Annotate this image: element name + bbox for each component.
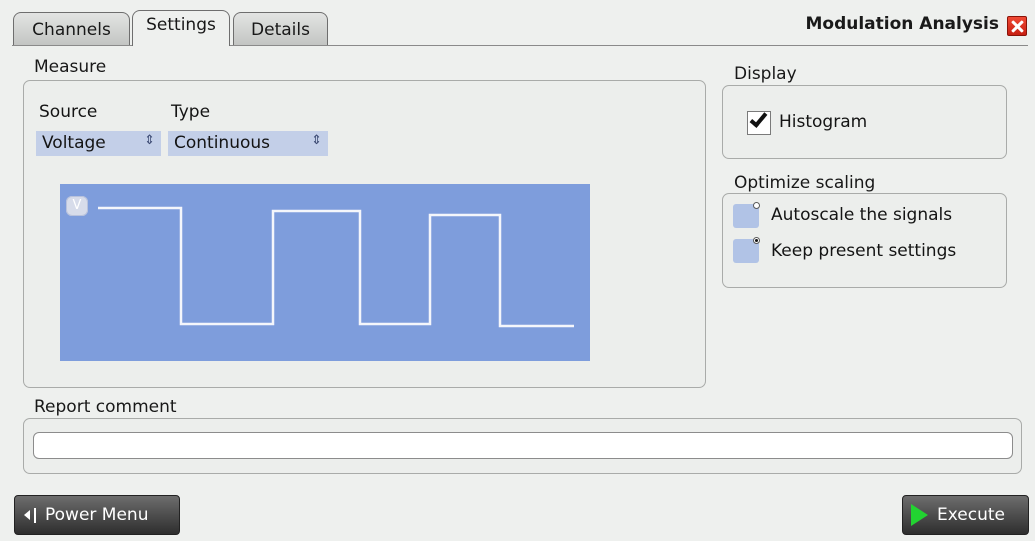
updown-arrow-icon: ⇕ <box>144 133 155 148</box>
tab-channels[interactable]: Channels <box>13 12 130 45</box>
source-label: Source <box>39 102 98 122</box>
report-comment-input[interactable] <box>33 432 1013 459</box>
report-legend: Report comment <box>34 397 177 417</box>
measure-legend: Measure <box>34 57 107 77</box>
execute-label: Execute <box>937 505 1005 525</box>
measurement-diagram: V <box>60 184 590 361</box>
close-icon[interactable] <box>1007 16 1027 36</box>
type-select-value: Continuous <box>174 133 271 153</box>
tab-settings-label: Settings <box>146 15 216 35</box>
execute-button[interactable]: Execute <box>902 495 1029 535</box>
tab-details-label: Details <box>251 20 310 40</box>
histogram-label: Histogram <box>779 112 868 132</box>
histogram-checkbox[interactable] <box>747 109 771 135</box>
tab-channels-label: Channels <box>32 20 111 40</box>
play-icon <box>911 504 928 526</box>
power-menu-label: Power Menu <box>45 505 149 525</box>
type-select[interactable]: Continuous ⇕ <box>168 131 328 156</box>
pulse-waveform <box>98 206 574 328</box>
tab-details[interactable]: Details <box>233 12 328 45</box>
voltage-badge: V <box>66 196 88 216</box>
autoscale-radio[interactable] <box>733 202 760 228</box>
separator-bar-icon <box>34 508 36 523</box>
source-select[interactable]: Voltage ⇕ <box>36 131 161 156</box>
source-select-value: Voltage <box>42 133 106 153</box>
left-arrow-icon <box>24 510 30 520</box>
keep-settings-radio[interactable] <box>733 237 760 263</box>
keep-settings-label: Keep present settings <box>771 241 957 261</box>
radio-on-icon <box>753 237 760 244</box>
tab-settings[interactable]: Settings <box>132 10 230 46</box>
power-menu-button[interactable]: Power Menu <box>14 495 180 535</box>
updown-arrow-icon: ⇕ <box>311 133 322 148</box>
autoscale-label: Autoscale the signals <box>771 205 953 225</box>
radio-off-icon <box>753 202 760 209</box>
scaling-legend: Optimize scaling <box>734 173 876 193</box>
display-legend: Display <box>734 64 797 84</box>
type-label: Type <box>171 102 211 122</box>
dialog-title: Modulation Analysis <box>805 14 999 34</box>
check-icon <box>749 109 768 128</box>
